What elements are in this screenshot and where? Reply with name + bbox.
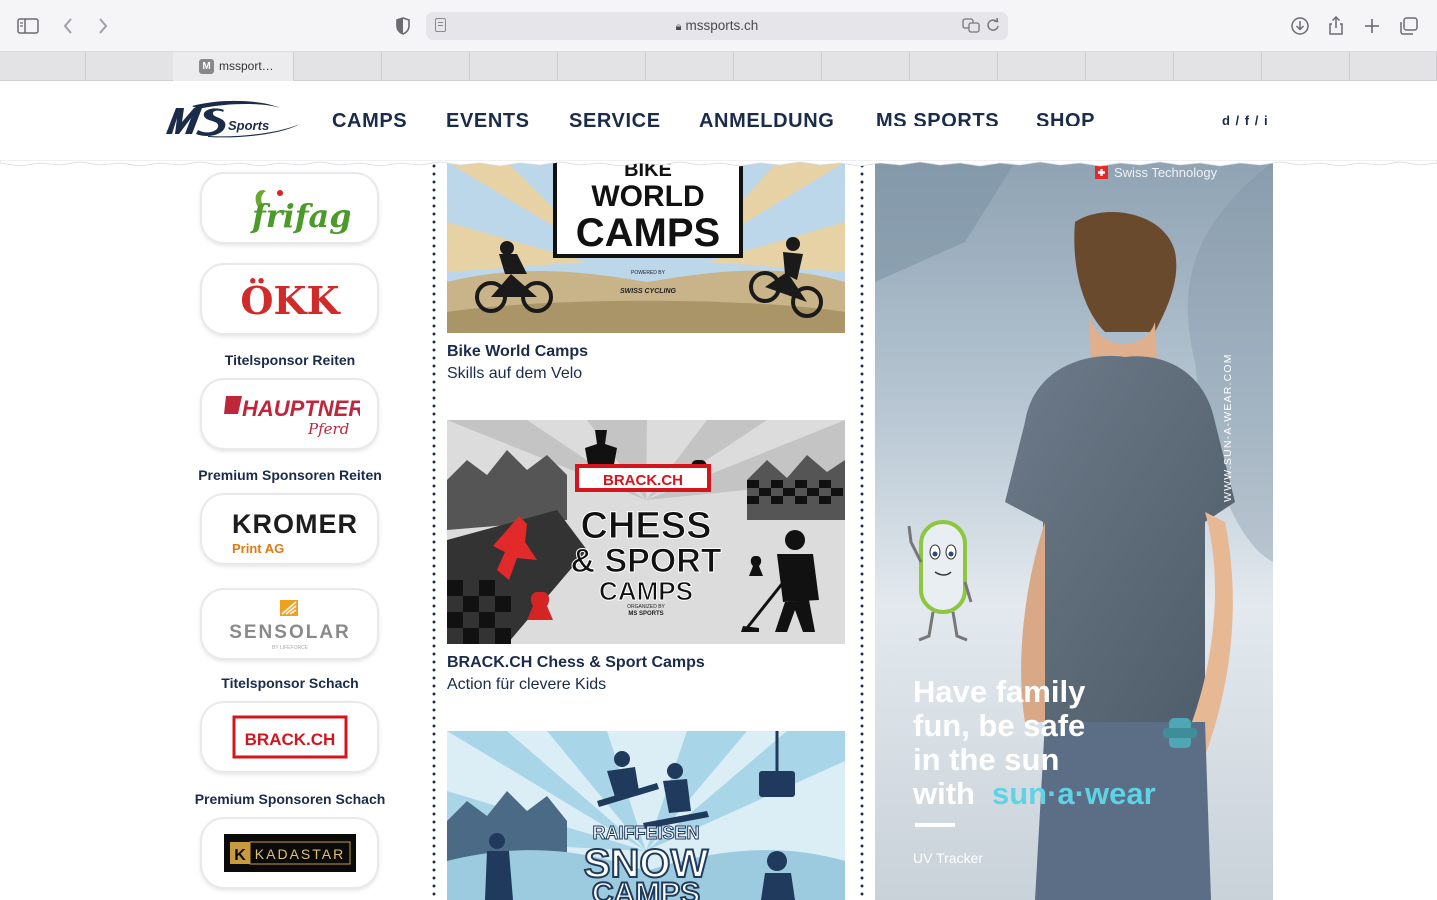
tab-overview-icon[interactable] <box>1396 13 1422 39</box>
caption-titelsponsor-schach: Titelsponsor Schach <box>221 675 359 691</box>
svg-text:K: K <box>234 847 246 864</box>
camp-subtitle-bike: Skills auf dem Velo <box>447 365 583 382</box>
chess-art-brack: BRACK.CH <box>603 472 683 489</box>
back-icon[interactable] <box>55 13 81 39</box>
share-icon[interactable] <box>1323 13 1349 39</box>
hauptner-logo-text: HAUPTNER <box>242 396 360 421</box>
browser-toolbar: 🔒︎ mssports.ch <box>0 0 1437 52</box>
ad-footer: UV Tracker <box>913 850 983 866</box>
ms-sports-logo[interactable]: Sports <box>162 100 312 138</box>
address-bar[interactable]: 🔒︎ mssports.ch <box>426 12 1008 40</box>
chess-art-ms-sports: MS SPORTS <box>628 611 663 617</box>
snow-art-line3: CAMPS <box>592 877 700 900</box>
caption-premium-sponsoren-schach: Premium Sponsoren Schach <box>194 791 386 807</box>
tab-favicon: M <box>199 59 214 74</box>
camp-subtitle-chess: Action für clevere Kids <box>447 676 607 693</box>
camp-title-bike[interactable]: Bike World Camps <box>447 343 588 361</box>
tab-title[interactable]: mssport… <box>219 59 274 73</box>
caption-premium-sponsoren-reiten: Premium Sponsoren Reiten <box>198 467 382 483</box>
nav-ms-sports[interactable]: MS SPORTS <box>876 110 1000 126</box>
privacy-shield-icon[interactable] <box>390 13 416 39</box>
chess-art-line2: & SPORT <box>570 542 721 580</box>
sensolar-sub-text: BY LIFEFORCE <box>271 645 308 651</box>
downloads-icon[interactable] <box>1287 13 1313 39</box>
column-divider <box>432 162 436 900</box>
bike-art-line3: CAMPS <box>576 211 720 255</box>
advert-sun-a-wear[interactable]: Swiss Technology WWW.SUN-A-WEAR.COM Have… <box>875 162 1273 900</box>
tab-bar <box>0 52 1437 125</box>
logo-text: Sports <box>228 118 269 133</box>
bike-art-powered: POWERED BY <box>631 270 666 276</box>
nav-events[interactable]: EVENTS <box>446 110 530 133</box>
caption-titelsponsor-reiten: Titelsponsor Reiten <box>224 352 356 368</box>
camp-image-chess[interactable]: BRACK.CH CHESS & SPORT CAMPS ORGANIZED B… <box>447 420 845 644</box>
new-tab-icon[interactable] <box>1359 13 1385 39</box>
header-torn-edge <box>0 160 1437 167</box>
camp-title-chess[interactable]: BRACK.CH Chess & Sport Camps <box>447 654 705 672</box>
frifag-logo-text: frifag <box>250 197 350 235</box>
ad-headline-3: in the sun <box>913 742 1059 777</box>
sensolar-logo-text: SENSOLAR <box>229 622 351 643</box>
nav-service[interactable]: SERVICE <box>569 110 661 133</box>
chess-art-line1: CHESS <box>581 505 712 547</box>
kromer-logo-text: KROMER <box>232 509 358 539</box>
sponsor-kadastar[interactable]: K KADASTAR <box>202 819 377 887</box>
bike-art-line2: WORLD <box>591 180 704 213</box>
url-text: mssports.ch <box>685 18 759 33</box>
ad-brand: sun·a·wear <box>992 776 1156 811</box>
translate-icon[interactable] <box>962 17 980 37</box>
bike-art-swiss-cycling: SWISS CYCLING <box>620 288 677 295</box>
forward-icon[interactable] <box>90 13 116 39</box>
sponsor-brack[interactable]: BRACK.CH <box>202 703 377 771</box>
ad-headline-4: with <box>912 776 975 811</box>
nav-camps[interactable]: CAMPS <box>332 110 407 133</box>
okk-logo-text: ÖKK <box>240 278 341 323</box>
chess-art-organized: ORGANIZED BY <box>627 604 665 610</box>
pferd-logo-text: Pferd <box>307 420 349 438</box>
page-content: frifag ÖKK Titelsponsor Reiten HAUPTNER … <box>0 162 1437 900</box>
kromer-print-text: Print AG <box>232 541 284 556</box>
sponsor-okk[interactable]: ÖKK <box>202 265 377 333</box>
ad-headline-1: Have family <box>913 674 1086 709</box>
nav-shop[interactable]: SHOP <box>1036 110 1100 126</box>
column-divider <box>860 162 864 900</box>
chess-art-line3: CAMPS <box>599 576 693 606</box>
sponsor-sensolar[interactable]: SENSOLAR BY LIFEFORCE <box>202 590 377 658</box>
snow-art-line1: RAIFFEISEN <box>592 823 699 843</box>
sponsor-hauptner[interactable]: HAUPTNER Pferd <box>202 380 377 448</box>
sidebar-toggle-icon[interactable] <box>15 13 41 39</box>
language-switcher[interactable]: d / f / i <box>1222 113 1269 126</box>
sponsor-frifag[interactable]: frifag <box>202 174 377 242</box>
kadastar-logo-text: KADASTAR <box>254 846 344 862</box>
ad-side-text: WWW.SUN-A-WEAR.COM <box>1222 353 1234 502</box>
nav-anmeldung[interactable]: ANMELDUNG <box>699 110 834 133</box>
camp-image-bike[interactable]: BIKE WORLD CAMPS POWERED BY SWISS CYCLIN… <box>447 162 845 333</box>
sponsor-kromer[interactable]: KROMER Print AG <box>202 495 377 563</box>
ad-headline-2: fun, be safe <box>913 708 1085 743</box>
reload-icon[interactable] <box>986 17 1000 37</box>
brack-logo-text: BRACK.CH <box>244 730 335 749</box>
lock-icon: 🔒︎ <box>675 21 682 33</box>
camp-image-snow[interactable]: RAIFFEISEN SNOW CAMPS <box>447 731 845 900</box>
